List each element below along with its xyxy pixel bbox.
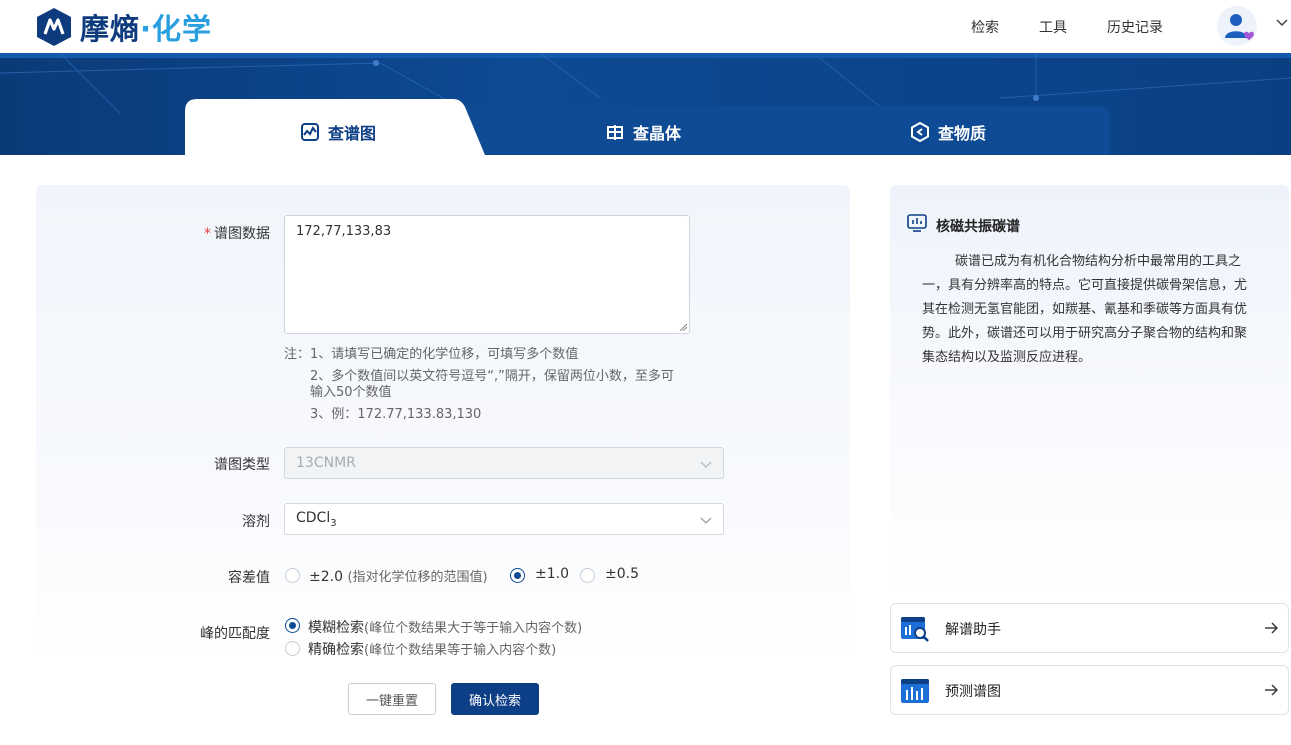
- fuzzy-search-option[interactable]: 模糊检索(峰位个数结果大于等于输入内容个数): [308, 617, 582, 637]
- spectrum-data-value: 172,77,133,83: [296, 224, 392, 239]
- brand-name: 摩熵·化学: [80, 12, 213, 46]
- arrow-right-icon: [1265, 684, 1278, 696]
- chevron-down-icon: [700, 517, 712, 524]
- analysis-assistant-label: 解谱助手: [945, 622, 1001, 638]
- analysis-assistant-icon: [901, 617, 929, 642]
- tolerance-label: 容差值: [228, 570, 270, 586]
- user-avatar-icon: [1225, 14, 1254, 40]
- spectrum-data-textarea[interactable]: 172,77,133,83: [284, 215, 690, 334]
- reset-button[interactable]: 一键重置: [348, 683, 436, 715]
- exact-search-option[interactable]: 精确检索(峰位个数结果等于输入内容个数): [308, 639, 556, 659]
- tab-spectrum[interactable]: 查谱图: [300, 120, 376, 144]
- tab-spectrum-label: 查谱图: [328, 124, 377, 143]
- fuzzy-search-radio[interactable]: [285, 618, 300, 633]
- tab-substance[interactable]: 查物质: [910, 120, 986, 144]
- solvent-label: 溶剂: [242, 514, 270, 530]
- spectrum-data-label: * 谱图数据: [204, 226, 270, 242]
- substance-icon: [911, 122, 929, 142]
- info-title: 核磁共振碳谱: [936, 219, 1020, 235]
- peak-match-label: 峰的匹配度: [200, 626, 270, 642]
- tab-crystal-label: 查晶体: [633, 124, 682, 143]
- predict-spectrum-label: 预测谱图: [945, 684, 1001, 700]
- info-panel: [890, 185, 1289, 595]
- crystal-icon: [607, 125, 623, 140]
- nav-history[interactable]: 历史记录: [1107, 17, 1163, 37]
- tolerance-radio-1[interactable]: [510, 568, 525, 583]
- user-avatar[interactable]: [1217, 6, 1257, 46]
- resize-handle-icon[interactable]: [679, 323, 687, 331]
- tab-substance-label: 查物质: [938, 124, 987, 143]
- info-description: 碳谱已成为有机化合物结构分析中最常用的工具之一，具有分辨率高的特点。它可直接提供…: [922, 254, 1248, 365]
- note-line-3: 3、例：172.77,133.83,130: [310, 407, 482, 422]
- spectrum-icon: [301, 123, 319, 141]
- nav-tools[interactable]: 工具: [1039, 17, 1067, 37]
- top-navbar: 摩熵·化学 检索 工具 历史记录: [0, 0, 1291, 53]
- spectrum-type-label: 谱图类型: [214, 457, 270, 473]
- analysis-assistant-card[interactable]: 解谱助手: [890, 603, 1289, 653]
- nav-search[interactable]: 检索: [971, 17, 999, 37]
- tolerance-option-1[interactable]: ±1.0: [535, 566, 569, 582]
- predict-spectrum-icon: [901, 679, 929, 703]
- monitor-chart-icon: [907, 214, 927, 232]
- brand-logo[interactable]: 摩熵·化学: [36, 6, 212, 48]
- note-line-2: 2、多个数值间以英文符号逗号“,”隔开，保留两位小数，至多可: [310, 369, 674, 384]
- solvent-select[interactable]: CDCl3: [284, 503, 724, 535]
- tolerance-option-2[interactable]: ±2.0 (指对化学位移的范围值): [309, 566, 488, 585]
- logo-mark-icon: [37, 8, 71, 46]
- arrow-right-icon: [1265, 622, 1278, 634]
- solvent-value: CDCl3: [296, 509, 337, 529]
- note-line-2b: 输入50个数值: [310, 385, 392, 400]
- tolerance-option-05[interactable]: ±0.5: [605, 566, 639, 582]
- spectrum-type-value: 13CNMR: [296, 455, 356, 471]
- predict-spectrum-card[interactable]: 预测谱图: [890, 665, 1289, 715]
- tolerance-radio-05[interactable]: [580, 568, 595, 583]
- tab-crystal[interactable]: 查晶体: [605, 120, 681, 144]
- note-line-1: 注：1、请填写已确定的化学位移，可填写多个数值: [284, 347, 579, 362]
- search-button[interactable]: 确认检索: [451, 683, 539, 715]
- spectrum-type-select: 13CNMR: [284, 447, 724, 479]
- exact-search-radio[interactable]: [285, 641, 300, 656]
- chevron-down-icon: [700, 461, 712, 468]
- tolerance-radio-2[interactable]: [285, 568, 300, 583]
- chevron-down-icon[interactable]: [1276, 16, 1288, 28]
